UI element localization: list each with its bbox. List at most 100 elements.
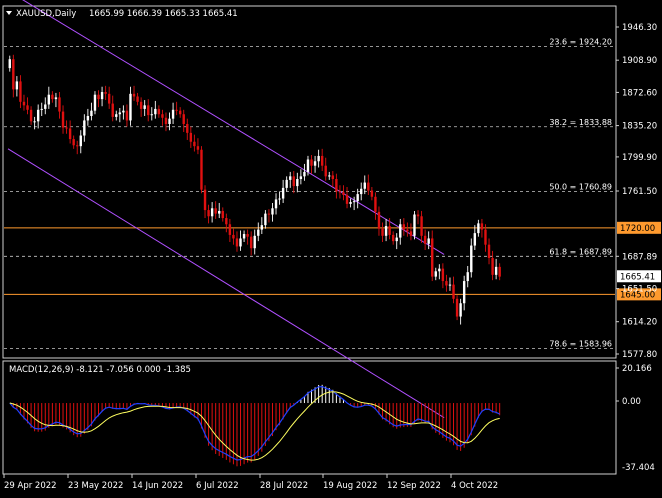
candle-body [317, 155, 320, 162]
fib-level-label: 23.6 = 1924.20 [549, 38, 612, 47]
candle-body [452, 284, 455, 299]
candle-body [100, 92, 104, 100]
candle-body [51, 94, 54, 100]
candle-body [257, 229, 260, 236]
fib-level-label: 78.6 = 1583.96 [549, 340, 612, 349]
candle-body [370, 190, 374, 197]
candle-body [480, 223, 484, 230]
macd-axis-max: 20.166 [622, 364, 652, 374]
candle-body [58, 97, 61, 112]
candle-body [466, 272, 469, 282]
candle-body [399, 224, 402, 238]
candle-body [423, 235, 427, 244]
channel-lower-line [7, 148, 445, 419]
time-axis[interactable]: 29 Apr 2022 23 May 2022 14 Jun 2022 6 Jul 2… [3, 474, 498, 491]
candle-body [409, 231, 413, 236]
candle-body [253, 235, 256, 249]
price-tag-label: 1720.00 [620, 224, 655, 234]
time-tick-label: 12 Sep 2022 [387, 481, 441, 491]
candle-body [33, 121, 36, 123]
candle-body [228, 224, 232, 235]
candle-body [494, 266, 498, 275]
candle-body [462, 281, 466, 304]
candle-body [285, 179, 288, 188]
candle-body [171, 109, 175, 119]
candle-body [83, 120, 86, 136]
chart-canvas[interactable]: 23.6 = 1924.20 38.2 = 1833.88 50.0 = 1760.… [0, 0, 662, 494]
chart-menu-triangle-icon[interactable] [6, 11, 12, 15]
candle-body [203, 189, 207, 211]
candle-body [107, 93, 111, 104]
candle-body [8, 59, 11, 69]
candle-body [79, 135, 82, 147]
candle-body [278, 198, 281, 200]
candle-body [303, 171, 306, 177]
candle-body [129, 93, 132, 121]
candle-body [150, 114, 153, 116]
candle-body [335, 179, 338, 192]
price-tick-label: 1799.90 [622, 153, 657, 163]
candle-body [395, 237, 398, 242]
candle-body [76, 145, 79, 147]
candle-body [193, 141, 196, 147]
symbol-label: XAUUSD,Daily [16, 9, 76, 19]
candle-body [313, 161, 317, 166]
candle-body [384, 226, 388, 236]
candle-body [154, 108, 157, 115]
fib-level-label: 38.2 = 1833.88 [549, 118, 612, 127]
price-axis[interactable]: 1946.30 1908.90 1872.60 1835.20 1799.90 1761.… [616, 23, 657, 360]
candle-body [416, 214, 420, 217]
candle-body [331, 175, 335, 180]
candle-body [143, 105, 146, 109]
candle-body [218, 210, 221, 214]
candle-body [164, 117, 168, 124]
candle-body [391, 234, 395, 242]
horizontal-levels[interactable]: 1720.001645.001665.41 [4, 221, 661, 301]
candle-body [207, 210, 210, 217]
candle-body [271, 208, 274, 215]
candle-body [239, 238, 242, 247]
macd-axis-zero: 0.00 [622, 397, 641, 407]
fib-level-label: 50.0 = 1760.89 [549, 183, 612, 192]
candle-body [289, 176, 292, 180]
candle-body [175, 109, 178, 111]
candle-body [342, 192, 345, 195]
ohlc-readout: 1665.99 1666.39 1665.33 1665.41 [89, 9, 238, 19]
candle-body [306, 159, 310, 172]
candle-body [356, 194, 359, 202]
price-tick-label: 1872.60 [622, 88, 657, 98]
chart-window[interactable]: 23.6 = 1924.20 38.2 = 1833.88 50.0 = 1760.… [0, 0, 662, 494]
candle-body [477, 223, 480, 234]
time-tick-label: 23 May 2022 [68, 481, 123, 491]
candle-body [498, 266, 501, 277]
candle-body [281, 187, 285, 199]
candle-body [374, 196, 377, 212]
price-tick-label: 1946.30 [622, 23, 657, 33]
time-tick-label: 14 Jun 2022 [132, 481, 183, 491]
candle-body [104, 92, 107, 94]
candle-body [491, 257, 494, 275]
candle-body [47, 94, 51, 105]
candle-body [377, 211, 381, 229]
price-tick-label: 1761.50 [622, 187, 657, 197]
candle-body [214, 208, 217, 214]
price-tick-label: 1614.20 [622, 318, 657, 328]
candle-body [157, 108, 161, 115]
time-tick-label: 29 Apr 2022 [4, 481, 57, 491]
candle-body [267, 213, 271, 215]
candle-body [54, 97, 58, 100]
price-pane-frame [2, 5, 617, 359]
candle-body [139, 101, 143, 109]
candle-body [338, 191, 342, 193]
candlestick-series [8, 54, 501, 325]
fib-level-label: 61.8 = 1687.89 [549, 247, 612, 256]
time-tick-label: 4 Oct 2022 [451, 481, 498, 491]
candle-body [445, 281, 448, 286]
candle-body [186, 123, 189, 133]
candle-body [12, 59, 15, 90]
time-tick-label: 28 Jul 2022 [260, 481, 308, 491]
candle-body [431, 238, 434, 277]
candle-body [147, 105, 150, 116]
candle-body [455, 298, 459, 317]
candle-body [381, 228, 384, 236]
